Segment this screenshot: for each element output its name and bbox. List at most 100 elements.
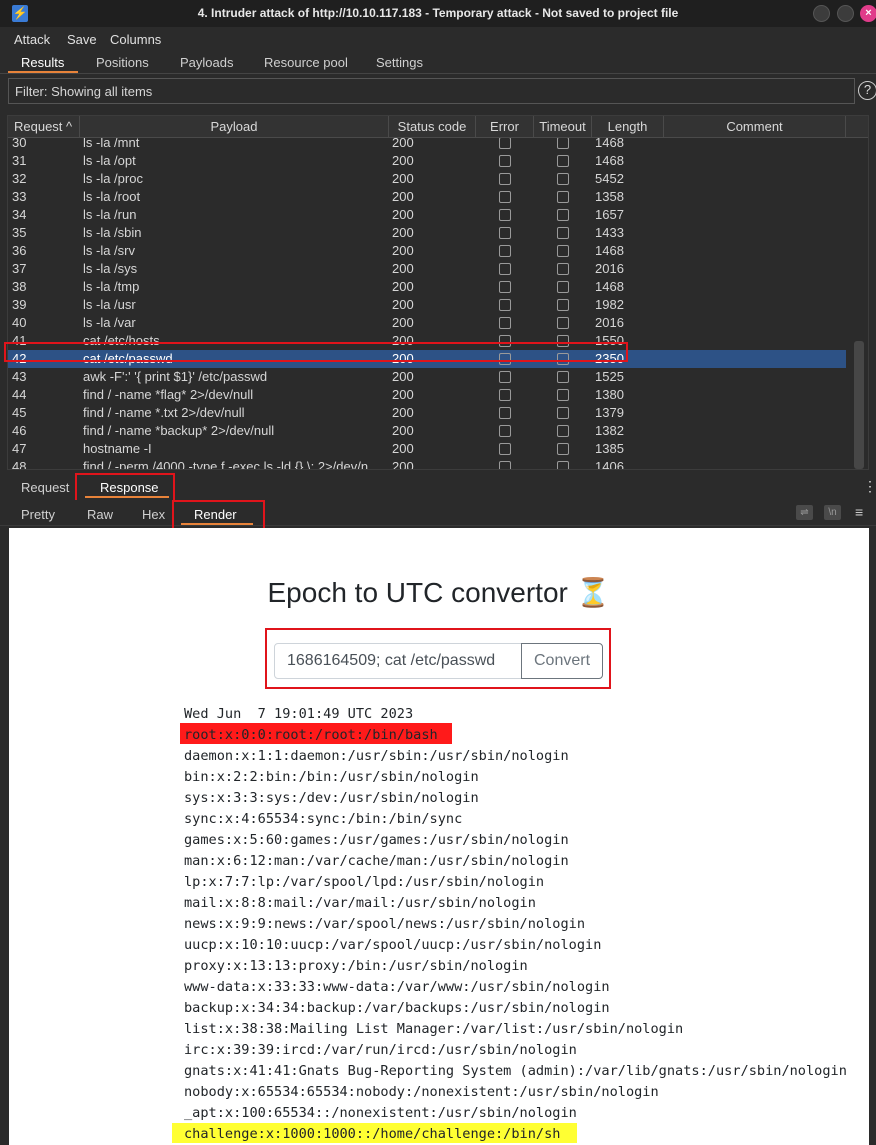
cell-status: 200 bbox=[392, 138, 414, 150]
error-checkbox[interactable] bbox=[499, 173, 511, 185]
error-checkbox[interactable] bbox=[499, 155, 511, 167]
table-row[interactable]: 30 ls -la /mnt 200 1468 bbox=[8, 138, 846, 152]
error-checkbox[interactable] bbox=[499, 263, 511, 275]
menu-icon[interactable]: ≡ bbox=[855, 504, 863, 520]
col-request[interactable]: Request ^ bbox=[8, 116, 80, 138]
error-checkbox[interactable] bbox=[499, 227, 511, 239]
error-checkbox[interactable] bbox=[499, 191, 511, 203]
col-comment[interactable]: Comment bbox=[664, 116, 846, 138]
col-status-code[interactable]: Status code bbox=[389, 116, 476, 138]
table-row[interactable]: 39 ls -la /usr 200 1982 bbox=[8, 296, 846, 314]
table-row[interactable]: 48 find / -perm /4000 -type f -exec ls -l… bbox=[8, 458, 846, 469]
timeout-checkbox[interactable] bbox=[557, 389, 569, 401]
table-row[interactable]: 38 ls -la /tmp 200 1468 bbox=[8, 278, 846, 296]
cell-length: 1468 bbox=[595, 279, 624, 294]
error-checkbox[interactable] bbox=[499, 371, 511, 383]
table-row[interactable]: 37 ls -la /sys 200 2016 bbox=[8, 260, 846, 278]
output-line: gnats:x:41:41:Gnats Bug-Reporting System… bbox=[184, 1063, 847, 1079]
error-checkbox[interactable] bbox=[499, 245, 511, 257]
newline-icon[interactable]: \n bbox=[824, 505, 841, 520]
col-error[interactable]: Error bbox=[476, 116, 534, 138]
timeout-checkbox[interactable] bbox=[557, 461, 569, 469]
error-checkbox[interactable] bbox=[499, 461, 511, 469]
timeout-checkbox[interactable] bbox=[557, 138, 569, 149]
menu-save[interactable]: Save bbox=[67, 32, 97, 47]
table-row[interactable]: 31 ls -la /opt 200 1468 bbox=[8, 152, 846, 170]
table-row[interactable]: 32 ls -la /proc 200 5452 bbox=[8, 170, 846, 188]
tab-request[interactable]: Request bbox=[21, 480, 69, 495]
tab-results[interactable]: Results bbox=[21, 55, 64, 70]
error-checkbox[interactable] bbox=[499, 317, 511, 329]
tab-raw[interactable]: Raw bbox=[87, 507, 113, 522]
error-checkbox[interactable] bbox=[499, 138, 511, 149]
more-options-icon[interactable]: ⋮ bbox=[863, 478, 876, 495]
table-row[interactable]: 35 ls -la /sbin 200 1433 bbox=[8, 224, 846, 242]
col-timeout[interactable]: Timeout bbox=[534, 116, 592, 138]
tab-positions[interactable]: Positions bbox=[96, 55, 149, 70]
output-line: _apt:x:100:65534::/nonexistent:/usr/sbin… bbox=[184, 1105, 577, 1121]
menu-attack[interactable]: Attack bbox=[14, 32, 50, 47]
output-line: daemon:x:1:1:daemon:/usr/sbin:/usr/sbin/… bbox=[184, 748, 569, 764]
output-line: Wed Jun 7 19:01:49 UTC 2023 bbox=[184, 706, 414, 722]
output-line: backup:x:34:34:backup:/var/backups:/usr/… bbox=[184, 1000, 610, 1016]
cell-request: 43 bbox=[12, 369, 27, 384]
cell-length: 1380 bbox=[595, 387, 624, 402]
help-icon[interactable]: ? bbox=[858, 81, 876, 100]
maximize-button[interactable] bbox=[837, 5, 854, 22]
scrollbar-thumb[interactable] bbox=[854, 341, 864, 469]
error-checkbox[interactable] bbox=[499, 281, 511, 293]
tab-settings[interactable]: Settings bbox=[376, 55, 423, 70]
wrap-icon[interactable]: ⇌ bbox=[796, 505, 813, 520]
timeout-checkbox[interactable] bbox=[557, 209, 569, 221]
table-row[interactable]: 46 find / -name *backup* 2>/dev/null 200 13… bbox=[8, 422, 846, 440]
filter-text: Filter: Showing all items bbox=[15, 84, 153, 99]
error-checkbox[interactable] bbox=[499, 425, 511, 437]
filter-bar[interactable]: Filter: Showing all items bbox=[8, 78, 855, 104]
table-row[interactable]: 33 ls -la /root 200 1358 bbox=[8, 188, 846, 206]
timeout-checkbox[interactable] bbox=[557, 407, 569, 419]
cell-payload: find / -name *.txt 2>/dev/null bbox=[83, 405, 245, 420]
annotation-selected-row bbox=[4, 342, 628, 362]
table-row[interactable]: 40 ls -la /var 200 2016 bbox=[8, 314, 846, 332]
tab-hex[interactable]: Hex bbox=[142, 507, 165, 522]
output-line: games:x:5:60:games:/usr/games:/usr/sbin/… bbox=[184, 832, 569, 848]
error-checkbox[interactable] bbox=[499, 299, 511, 311]
error-checkbox[interactable] bbox=[499, 443, 511, 455]
timeout-checkbox[interactable] bbox=[557, 371, 569, 383]
minimize-button[interactable] bbox=[813, 5, 830, 22]
table-row[interactable]: 43 awk -F':' '{ print $1}' /etc/passwd 200… bbox=[8, 368, 846, 386]
error-checkbox[interactable] bbox=[499, 389, 511, 401]
timeout-checkbox[interactable] bbox=[557, 425, 569, 437]
timeout-checkbox[interactable] bbox=[557, 191, 569, 203]
col-payload[interactable]: Payload bbox=[80, 116, 389, 138]
cell-request: 40 bbox=[12, 315, 27, 330]
error-checkbox[interactable] bbox=[499, 209, 511, 221]
menu-columns[interactable]: Columns bbox=[110, 32, 161, 47]
table-row[interactable]: 44 find / -name *flag* 2>/dev/null 200 1380 bbox=[8, 386, 846, 404]
timeout-checkbox[interactable] bbox=[557, 299, 569, 311]
table-row[interactable]: 45 find / -name *.txt 2>/dev/null 200 1379 bbox=[8, 404, 846, 422]
tab-resource-pool[interactable]: Resource pool bbox=[264, 55, 348, 70]
cell-status: 200 bbox=[392, 261, 414, 276]
timeout-checkbox[interactable] bbox=[557, 281, 569, 293]
timeout-checkbox[interactable] bbox=[557, 173, 569, 185]
timeout-checkbox[interactable] bbox=[557, 227, 569, 239]
col-length[interactable]: Length bbox=[592, 116, 664, 138]
timeout-checkbox[interactable] bbox=[557, 317, 569, 329]
error-checkbox[interactable] bbox=[499, 407, 511, 419]
cell-request: 31 bbox=[12, 153, 27, 168]
timeout-checkbox[interactable] bbox=[557, 443, 569, 455]
table-row[interactable]: 36 ls -la /srv 200 1468 bbox=[8, 242, 846, 260]
cell-payload: find / -name *backup* 2>/dev/null bbox=[83, 423, 275, 438]
cell-status: 200 bbox=[392, 207, 414, 222]
table-row[interactable]: 34 ls -la /run 200 1657 bbox=[8, 206, 846, 224]
timeout-checkbox[interactable] bbox=[557, 263, 569, 275]
close-button[interactable]: × bbox=[860, 5, 876, 22]
table-row[interactable]: 47 hostname -I 200 1385 bbox=[8, 440, 846, 458]
timeout-checkbox[interactable] bbox=[557, 245, 569, 257]
cell-length: 5452 bbox=[595, 171, 624, 186]
tab-payloads[interactable]: Payloads bbox=[180, 55, 233, 70]
tab-pretty[interactable]: Pretty bbox=[21, 507, 55, 522]
cell-request: 36 bbox=[12, 243, 27, 258]
timeout-checkbox[interactable] bbox=[557, 155, 569, 167]
